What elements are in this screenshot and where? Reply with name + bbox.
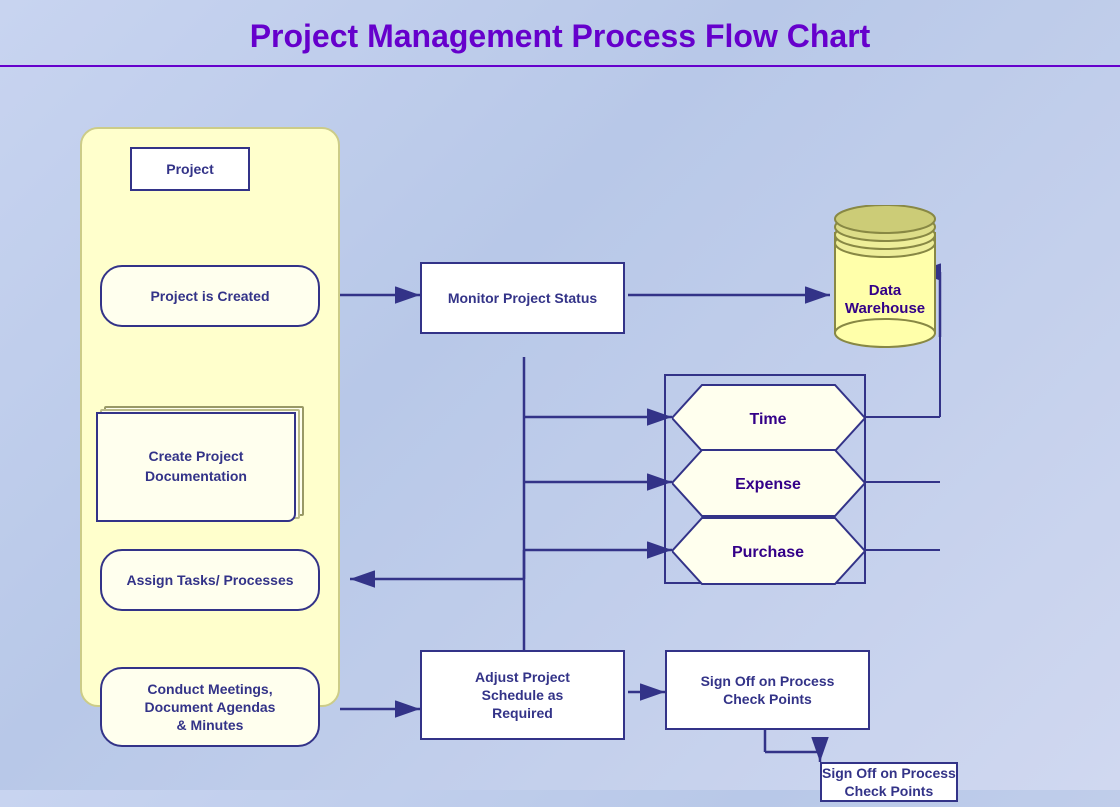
create-doc-main: Create ProjectDocumentation <box>96 412 296 522</box>
conduct-meetings-node: Conduct Meetings,Document Agendas& Minut… <box>100 667 320 747</box>
lane-title: Project <box>130 147 250 191</box>
sign-off-2-node: Sign Off on ProcessCheck Points <box>820 762 958 802</box>
purchase-hex-node: Purchase <box>672 516 865 586</box>
svg-text:Warehouse: Warehouse <box>845 300 925 317</box>
time-hex-node: Time <box>672 383 865 453</box>
project-created-node: Project is Created <box>100 265 320 327</box>
svg-text:Time: Time <box>749 411 786 428</box>
svg-text:Data: Data <box>869 282 902 299</box>
monitor-project-node: Monitor Project Status <box>420 262 625 334</box>
adjust-schedule-node: Adjust ProjectSchedule asRequired <box>420 650 625 740</box>
assign-tasks-node: Assign Tasks/ Processes <box>100 549 320 611</box>
svg-text:Purchase: Purchase <box>732 544 804 561</box>
page-title: Project Management Process Flow Chart <box>0 0 1120 67</box>
expense-hex-node: Expense <box>672 448 865 518</box>
svg-text:Expense: Expense <box>735 476 801 493</box>
diagram-area: Project Project is Created Create Projec… <box>0 67 1120 807</box>
create-doc-node: Create ProjectDocumentation <box>96 412 316 532</box>
sign-off-1-node: Sign Off on ProcessCheck Points <box>665 650 870 730</box>
data-warehouse-node: Data Warehouse <box>830 205 940 355</box>
